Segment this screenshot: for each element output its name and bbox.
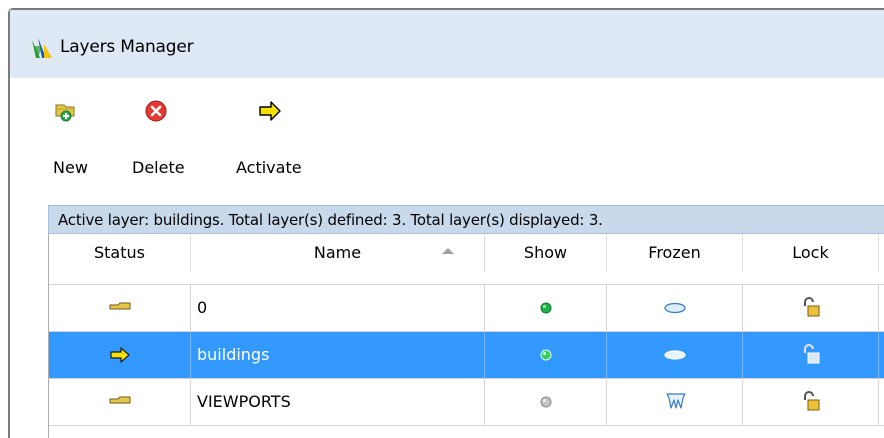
new-layer-icon: [55, 104, 75, 122]
frozen-icon: [666, 393, 686, 409]
layer-name-cell: 0: [191, 285, 485, 331]
table-header: Status Name Show Frozen Lock: [49, 234, 884, 272]
folder-icon: [109, 302, 131, 310]
table-row[interactable]: 0: [49, 284, 884, 331]
frozen-cell[interactable]: [607, 332, 743, 378]
frozen-cell[interactable]: [607, 285, 743, 331]
info-text: Active layer: buildings. Total layer(s) …: [58, 211, 603, 229]
layers-table: Status Name Show Frozen Lock 0 buildings…: [48, 234, 884, 438]
table-row[interactable]: buildings: [49, 331, 884, 378]
show-off-icon: [540, 396, 552, 408]
layer-name-cell: VIEWPORTS: [191, 379, 485, 425]
unlocked-icon: [804, 297, 820, 317]
column-header-lock[interactable]: Lock: [743, 234, 879, 272]
show-on-icon: [540, 302, 552, 314]
folder-icon: [109, 396, 131, 404]
thawed-icon: [664, 302, 686, 314]
show-on-icon: [540, 349, 552, 361]
toolbar: New Delete Activate: [10, 78, 884, 192]
active-arrow-icon: [110, 347, 130, 363]
frozen-cell[interactable]: [607, 379, 743, 425]
layer-name-cell: buildings: [191, 332, 485, 378]
delete-button-label: Delete: [132, 158, 185, 177]
column-header-name[interactable]: Name: [191, 234, 485, 272]
status-info-bar: Active layer: buildings. Total layer(s) …: [48, 205, 884, 234]
window-title: Layers Manager: [60, 37, 194, 57]
lock-cell[interactable]: [743, 332, 879, 378]
lock-cell[interactable]: [743, 285, 879, 331]
column-header-status[interactable]: Status: [49, 234, 191, 272]
column-header-frozen[interactable]: Frozen: [607, 234, 743, 272]
sort-ascending-icon: [442, 248, 454, 254]
delete-icon: [145, 100, 167, 122]
layers-manager-logo-icon: [32, 38, 52, 58]
show-cell[interactable]: [485, 379, 607, 425]
activate-arrow-icon: [259, 101, 281, 121]
show-cell[interactable]: [485, 332, 607, 378]
table-row[interactable]: VIEWPORTS: [49, 378, 884, 425]
activate-button-label: Activate: [236, 158, 302, 177]
new-button-label: New: [53, 158, 88, 177]
status-cell: [49, 332, 191, 378]
layers-manager-window: Layers Manager New Delete Activate Activ…: [8, 8, 884, 438]
lock-cell[interactable]: [743, 379, 879, 425]
status-cell: [49, 379, 191, 425]
unlocked-icon: [804, 344, 820, 364]
thawed-icon: [664, 350, 686, 360]
show-cell[interactable]: [485, 285, 607, 331]
status-cell: [49, 285, 191, 331]
column-header-name-label: Name: [313, 243, 362, 262]
column-header-show[interactable]: Show: [485, 234, 607, 272]
table-bottom-border: [49, 425, 884, 426]
unlocked-icon: [804, 391, 820, 411]
title-bar: Layers Manager: [10, 10, 884, 78]
